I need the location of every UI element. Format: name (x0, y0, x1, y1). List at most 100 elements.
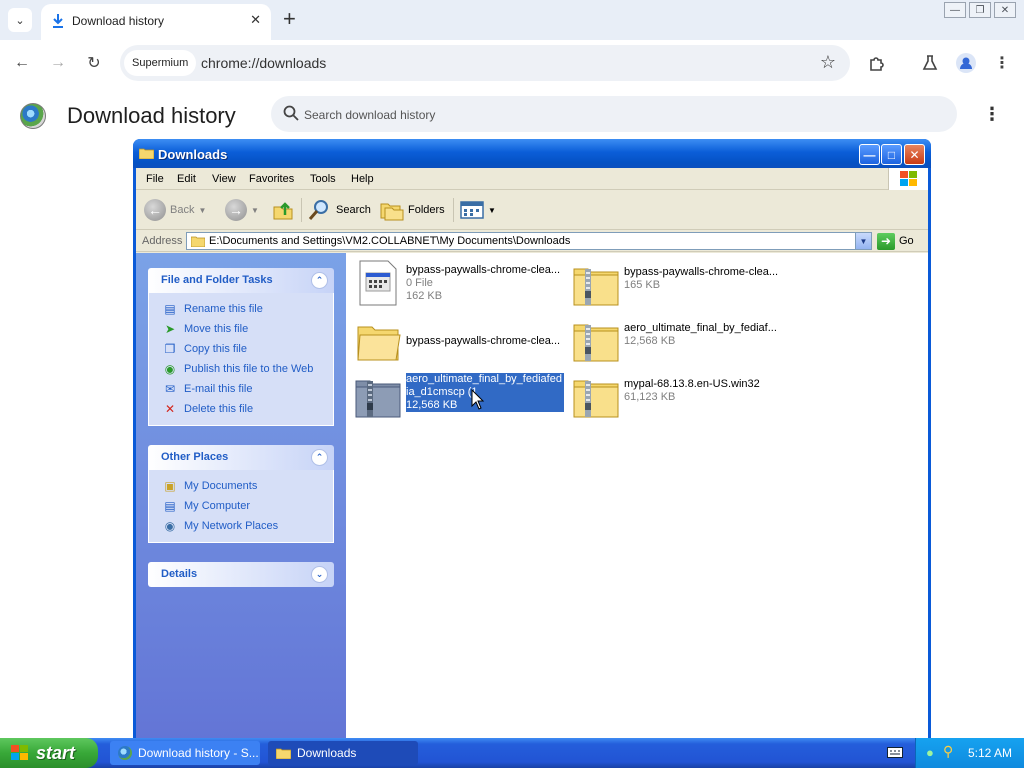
menu-edit[interactable]: Edit (177, 173, 196, 185)
search-button[interactable]: Search (308, 198, 371, 222)
menu-tools[interactable]: Tools (310, 173, 336, 185)
task-label: Move this file (184, 323, 249, 335)
tab-search-button[interactable]: ⌄ (8, 8, 32, 32)
omnibox-chip[interactable]: Supermium (124, 50, 197, 76)
tab-download-history[interactable]: Download history ✕ (41, 4, 271, 40)
menu-file[interactable]: File (146, 173, 164, 185)
task-label: Delete this file (184, 403, 254, 415)
address-dropdown-icon[interactable]: ▼ (855, 233, 871, 249)
search-downloads-input[interactable]: Search download history (271, 96, 957, 132)
reload-icon[interactable]: ↻ (83, 52, 105, 74)
clock: 5:12 AM (968, 746, 1013, 760)
collapse-chevron-icon[interactable]: ⌃ (311, 449, 328, 466)
taskbar-item-label: Download history - S... (138, 746, 259, 760)
back-dropdown-icon[interactable]: ▼ (198, 206, 206, 215)
place-my-computer[interactable]: ▤ My Computer (149, 496, 333, 516)
browser-toolbar: ← → ↻ Supermium chrome://downloads ☆ ⋮ (0, 40, 1024, 86)
explorer-titlebar[interactable]: Downloads — □ ✕ (133, 139, 931, 168)
other-places-header[interactable]: Other Places ⌃ (148, 445, 334, 470)
views-grid-icon (460, 201, 484, 219)
folder-icon (276, 748, 291, 759)
url-text[interactable]: chrome://downloads (201, 55, 326, 71)
windows-flag-icon (11, 745, 28, 760)
chevron-down-icon: ⌄ (15, 14, 25, 27)
start-button[interactable]: start (0, 738, 98, 768)
place-label: My Documents (184, 480, 258, 492)
folder-icon (191, 236, 205, 247)
forward-arrow-icon[interactable]: → (47, 52, 69, 74)
explorer-close-button[interactable]: ✕ (904, 144, 925, 165)
address-label: Address (142, 235, 183, 247)
download-icon (53, 14, 63, 28)
task-label: Copy this file (184, 343, 247, 355)
file-pane: bypass-paywalls-chrome-clea... 0 File 16… (346, 253, 928, 739)
profile-avatar-icon[interactable] (955, 52, 977, 74)
go-button[interactable]: ➜ Go (877, 232, 914, 250)
file-label: bypass-paywalls-chrome-clea... (406, 335, 564, 348)
task-rename-file[interactable]: ▤ Rename this file (149, 299, 333, 319)
taskbar-item-downloads[interactable]: Downloads (268, 741, 418, 765)
back-arrow-icon[interactable]: ← (11, 52, 33, 74)
search-placeholder: Search download history (304, 108, 436, 122)
file-item[interactable]: bypass-paywalls-chrome-clea... 0 File 16… (350, 259, 560, 307)
generic-file-icon (359, 260, 397, 306)
menu-help[interactable]: Help (351, 173, 374, 185)
task-publish-web[interactable]: ◉ Publish this file to the Web (149, 359, 333, 379)
go-arrow-icon: ➜ (877, 232, 895, 250)
labs-flask-icon[interactable] (919, 52, 941, 74)
collapse-chevron-icon[interactable]: ⌃ (311, 272, 328, 289)
folders-button[interactable]: Folders (380, 198, 445, 222)
explorer-menubar: File Edit View Favorites Tools Help (136, 168, 928, 190)
explorer-toolbar: ← Back ▼ → ▼ Search Folders ▼ (136, 190, 928, 230)
menu-favorites[interactable]: Favorites (249, 173, 294, 185)
task-pane: File and Folder Tasks ⌃ ▤ Rename this fil… (136, 253, 346, 739)
file-item[interactable]: bypass-paywalls-chrome-clea... 165 KB (568, 261, 778, 309)
restore-button[interactable]: ❐ (969, 2, 991, 18)
forward-dropdown-icon[interactable]: ▼ (251, 206, 259, 215)
task-email-file[interactable]: ✉ E-mail this file (149, 379, 333, 399)
file-item[interactable]: aero_ultimate_final_by_fediaf... 12,568 … (568, 317, 778, 365)
extensions-puzzle-icon[interactable] (866, 52, 888, 74)
bookmark-star-icon[interactable]: ☆ (820, 52, 836, 73)
place-my-documents[interactable]: ▣ My Documents (149, 476, 333, 496)
file-item[interactable]: mypal-68.13.8.en-US.win32 61,123 KB (568, 373, 778, 421)
search-label: Search (336, 204, 371, 216)
file-item-selected[interactable]: aero_ultimate_final_by_fediafed ia_d1cms… (350, 373, 564, 421)
folders-icon (380, 203, 404, 221)
expand-chevron-icon[interactable]: ⌄ (311, 566, 328, 583)
file-item[interactable]: bypass-paywalls-chrome-clea... (350, 317, 560, 365)
place-my-network[interactable]: ◉ My Network Places (149, 516, 333, 536)
details-header[interactable]: Details ⌄ (148, 562, 334, 587)
browser-menu-kebab-icon[interactable]: ⋮ (991, 52, 1013, 74)
views-button[interactable]: ▼ (460, 198, 496, 222)
start-label: start (36, 742, 76, 763)
file-folder-tasks-header[interactable]: File and Folder Tasks ⌃ (148, 268, 334, 293)
taskbar-item-label: Downloads (297, 746, 357, 760)
back-button[interactable]: ← Back ▼ (144, 198, 206, 222)
close-window-button[interactable]: ✕ (994, 2, 1016, 18)
task-move-file[interactable]: ➤ Move this file (149, 319, 333, 339)
keyboard-icon[interactable] (887, 746, 903, 759)
network-tray-icon[interactable]: ● (926, 745, 934, 760)
menu-view[interactable]: View (212, 173, 236, 185)
task-label: Rename this file (184, 303, 263, 315)
panel-title: Other Places (161, 451, 229, 463)
task-copy-file[interactable]: ❐ Copy this file (149, 339, 333, 359)
search-tray-icon[interactable]: ⚲ (943, 743, 953, 760)
up-folder-button[interactable] (272, 198, 294, 222)
explorer-minimize-button[interactable]: — (859, 144, 880, 165)
back-label: Back (170, 204, 195, 216)
taskbar-item-browser[interactable]: Download history - S... (110, 741, 260, 765)
tab-close-icon[interactable]: ✕ (250, 12, 261, 28)
explorer-maximize-button[interactable]: □ (881, 144, 902, 165)
address-input[interactable]: E:\Documents and Settings\VM2.COLLABNET\… (186, 232, 872, 250)
new-tab-button[interactable]: + (283, 7, 296, 31)
supermium-logo-icon (20, 103, 46, 129)
omnibox[interactable]: Supermium chrome://downloads ☆ (120, 45, 850, 81)
minimize-button[interactable]: — (944, 2, 966, 18)
page-menu-kebab-icon[interactable]: ⋮ (983, 104, 1001, 125)
task-delete-file[interactable]: ✕ Delete this file (149, 399, 333, 419)
forward-button[interactable]: → ▼ (225, 198, 259, 222)
downloads-header: Download history Search download history… (0, 86, 1024, 146)
folder-icon (357, 326, 401, 361)
